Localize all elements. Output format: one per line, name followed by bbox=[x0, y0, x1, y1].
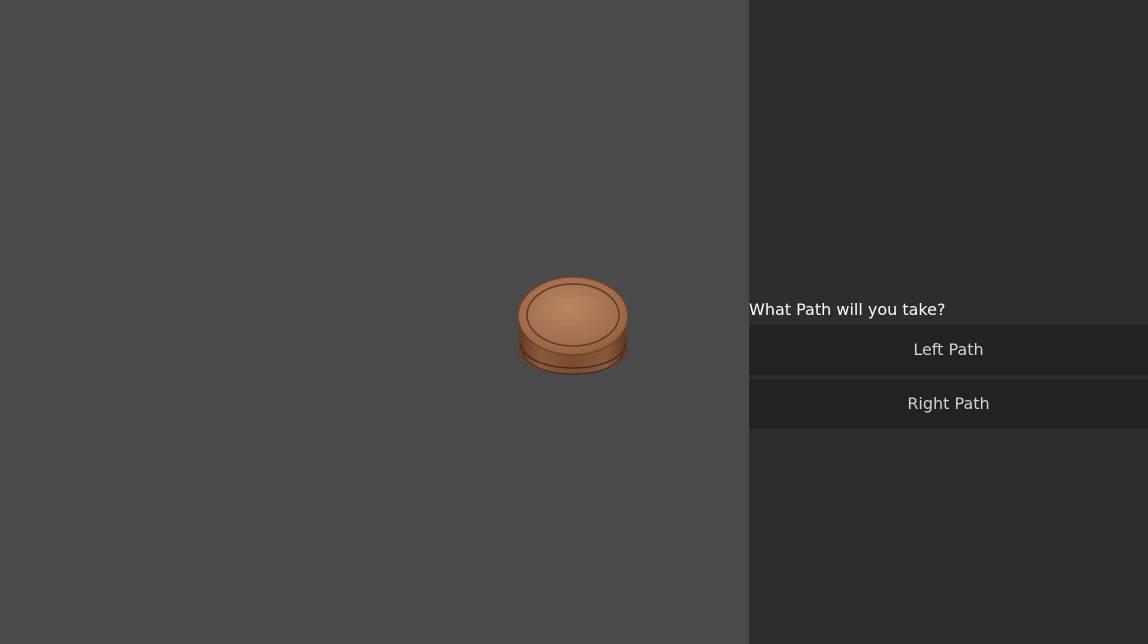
right-path-button[interactable]: Right Path bbox=[749, 379, 1148, 429]
wooden-token-icon bbox=[517, 276, 629, 375]
path-prompt: What Path will you take? bbox=[749, 300, 946, 319]
game-viewport bbox=[0, 0, 749, 644]
left-path-button[interactable]: Left Path bbox=[749, 325, 1148, 375]
choice-panel: What Path will you take? Left Path Right… bbox=[749, 0, 1148, 644]
